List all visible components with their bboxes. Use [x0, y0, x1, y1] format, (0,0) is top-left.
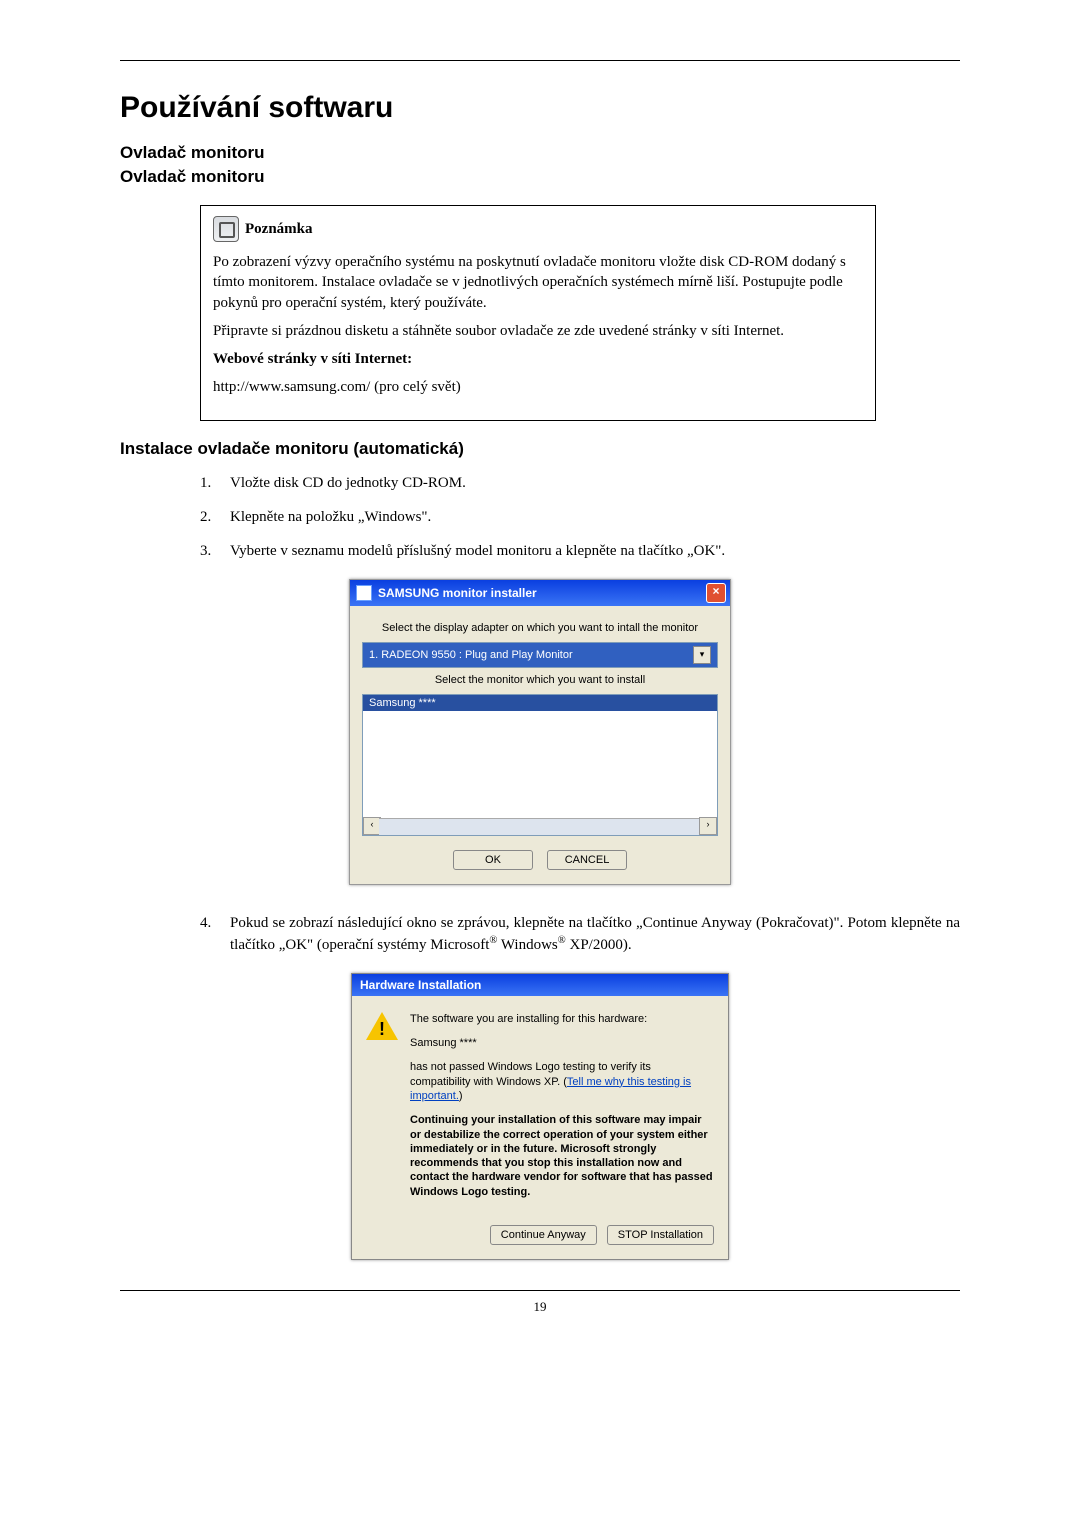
note-header: Poznámka — [213, 216, 863, 242]
install-heading: Instalace ovladače monitoru (automatická… — [120, 439, 960, 459]
list-item: 3. Vyberte v seznamu modelů příslušný mo… — [200, 541, 960, 561]
step-number: 4. — [200, 913, 230, 955]
page-title: Používání softwaru — [120, 91, 960, 125]
hw-text-part: ) — [459, 1090, 463, 1102]
continue-anyway-button[interactable]: Continue Anyway — [490, 1225, 597, 1245]
dialog-title: Hardware Installation — [352, 974, 728, 996]
step-number: 1. — [200, 473, 230, 493]
cancel-button[interactable]: CANCEL — [547, 850, 627, 870]
step-text: Pokud se zobrazí následující okno se zpr… — [230, 913, 960, 955]
step-number: 2. — [200, 507, 230, 527]
instruction-list: 1. Vložte disk CD do jednotky CD-ROM. 2.… — [200, 473, 960, 562]
monitor-listbox[interactable]: Samsung **** ‹ › — [362, 694, 718, 836]
hardware-dialog-figure: Hardware Installation ! The software you… — [120, 973, 960, 1260]
hw-line-1: The software you are installing for this… — [410, 1012, 714, 1026]
step-text-part: XP/2000). — [566, 937, 632, 953]
scrollbar[interactable] — [379, 818, 701, 835]
chevron-down-icon[interactable]: ▾ — [693, 646, 711, 664]
adapter-selected: 1. RADEON 9550 : Plug and Play Monitor — [369, 649, 573, 661]
note-url: http://www.samsung.com/ (pro celý svět) — [213, 377, 863, 397]
section-heading-2: Ovladač monitoru — [120, 167, 960, 187]
hw-line-3: has not passed Windows Logo testing to v… — [410, 1060, 714, 1103]
installer-dialog: SAMSUNG monitor installer × Select the d… — [349, 579, 731, 885]
scroll-right-icon[interactable]: › — [699, 817, 717, 835]
bottom-rule — [120, 1290, 960, 1291]
hw-device-name: Samsung **** — [410, 1036, 714, 1050]
step-text: Vložte disk CD do jednotky CD-ROM. — [230, 473, 960, 493]
monitor-list-item[interactable]: Samsung **** — [363, 695, 717, 711]
dialog-titlebar: SAMSUNG monitor installer × — [350, 580, 730, 606]
step-text-part: Windows — [497, 937, 557, 953]
exclamation-glyph: ! — [366, 1019, 398, 1040]
hardware-dialog: Hardware Installation ! The software you… — [351, 973, 729, 1260]
app-icon — [356, 585, 372, 601]
section-heading-1: Ovladač monitoru — [120, 143, 960, 163]
instruction-list-continued: 4. Pokud se zobrazí následující okno se … — [200, 913, 960, 955]
stop-installation-button[interactable]: STOP Installation — [607, 1225, 714, 1245]
adapter-label: Select the display adapter on which you … — [362, 622, 718, 634]
close-icon[interactable]: × — [706, 583, 726, 603]
hw-warning-bold: Continuing your installation of this sof… — [410, 1113, 714, 1199]
step-text: Vyberte v seznamu modelů příslušný model… — [230, 541, 960, 561]
note-icon — [213, 216, 239, 242]
dialog-message: The software you are installing for this… — [410, 1012, 714, 1209]
adapter-dropdown[interactable]: 1. RADEON 9550 : Plug and Play Monitor ▾ — [362, 642, 718, 668]
page-number: 19 — [120, 1299, 960, 1315]
list-item: 2. Klepněte na položku „Windows". — [200, 507, 960, 527]
note-paragraph-2: Připravte si prázdnou disketu a stáhněte… — [213, 321, 863, 341]
list-item: 4. Pokud se zobrazí následující okno se … — [200, 913, 960, 955]
step-text: Klepněte na položku „Windows". — [230, 507, 960, 527]
note-web-label: Webové stránky v síti Internet: — [213, 349, 863, 369]
dialog-title: SAMSUNG monitor installer — [378, 586, 537, 600]
note-label: Poznámka — [245, 219, 313, 239]
note-paragraph-1: Po zobrazení výzvy operačního systému na… — [213, 252, 863, 313]
list-item: 1. Vložte disk CD do jednotky CD-ROM. — [200, 473, 960, 493]
note-box: Poznámka Po zobrazení výzvy operačního s… — [200, 205, 876, 421]
top-rule — [120, 60, 960, 61]
registered-mark: ® — [558, 935, 566, 946]
monitor-label: Select the monitor which you want to ins… — [362, 674, 718, 686]
step-number: 3. — [200, 541, 230, 561]
ok-button[interactable]: OK — [453, 850, 533, 870]
installer-dialog-figure: SAMSUNG monitor installer × Select the d… — [120, 579, 960, 885]
warning-icon: ! — [366, 1012, 398, 1044]
